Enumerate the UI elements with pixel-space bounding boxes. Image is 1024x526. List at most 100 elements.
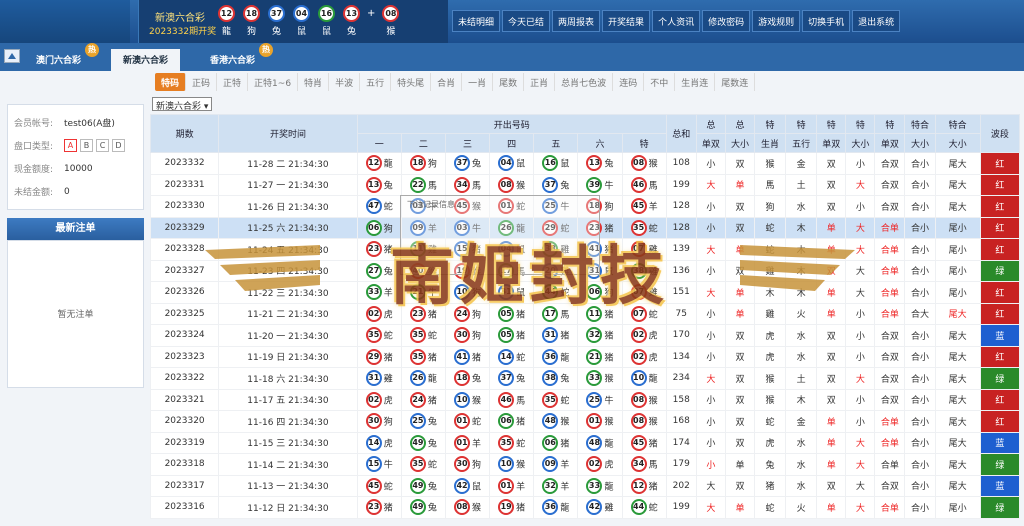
stat-cell: 大: [845, 474, 876, 497]
stat-cell: 双: [816, 474, 847, 497]
bet-type-tab[interactable]: 合肖: [431, 73, 463, 91]
bet-type-tab[interactable]: 正肖: [524, 73, 556, 91]
stat-cell: 合小: [904, 173, 936, 196]
bet-type-tab[interactable]: 正特: [217, 73, 249, 91]
ball-cell: 37 兔: [444, 152, 491, 175]
ball-number: 08: [382, 5, 400, 22]
nav-item[interactable]: 修改密码: [702, 10, 751, 32]
ball-cell: 33 猴: [577, 367, 623, 390]
bet-type-tab[interactable]: 尾数: [493, 73, 525, 91]
ball-zodiac: 狗: [604, 288, 614, 299]
ball-number: 27: [365, 262, 382, 279]
ball-zodiac: 狗: [383, 224, 393, 235]
ball-zodiac: 兔: [604, 159, 614, 170]
draw-ball: 18 狗: [242, 5, 261, 37]
bet-type-tab[interactable]: 特码: [155, 73, 187, 91]
stat-cell: 水: [785, 324, 818, 347]
bet-type-tab[interactable]: 不中: [644, 73, 676, 91]
period-cell: 2023327: [149, 259, 220, 282]
column-header: 总: [724, 114, 756, 134]
ball-zodiac: 蛇: [383, 482, 393, 493]
draw-ball: 12 龍: [217, 5, 236, 37]
game-select[interactable]: 新澳六合彩 ▾: [152, 97, 213, 112]
stat-cell: 单: [724, 453, 756, 476]
stat-cell: 尾大: [934, 453, 981, 476]
table-row: 2023320 11-16 四 21:34:30 30 狗 25 兔 01 蛇 06 猪 48 猴 01…: [149, 410, 1021, 433]
ball-number: 08: [498, 176, 515, 193]
table-row: 2023316 11-12 日 21:34:30 23 猪 49 兔 08 猴 19 猪 36 龍 42…: [149, 496, 1021, 519]
tab-game[interactable]: 新澳六合彩: [111, 49, 181, 71]
wave-badge: 蓝: [979, 474, 1021, 497]
ball-zodiac: 猪: [560, 331, 570, 342]
plate-option[interactable]: C: [96, 139, 109, 152]
ball-number: 18: [243, 5, 260, 22]
stat-cell: 单: [724, 281, 756, 304]
plate-option[interactable]: D: [112, 139, 125, 152]
stat-cell: 蛇: [753, 410, 787, 433]
plus-sign: +: [367, 8, 376, 19]
ball-cell: 47 蛇: [356, 195, 402, 218]
ball-zodiac: 猪: [604, 331, 614, 342]
ball-zodiac: 狗: [472, 331, 482, 342]
ball-zodiac: 猴: [560, 417, 570, 428]
ball-cell: 33 龍: [577, 474, 623, 497]
bet-type-tab[interactable]: 五行: [360, 73, 392, 91]
stat-cell: 蛇: [753, 238, 787, 261]
bet-type-tab[interactable]: 连码: [613, 73, 645, 91]
ball-zodiac: 鼠: [472, 482, 482, 493]
faded-popup: 下注记录信息: [400, 195, 600, 275]
ball-cell: 14 虎: [356, 431, 402, 454]
bet-type-tab[interactable]: 生肖连: [675, 73, 716, 91]
ball-zodiac: 羊: [383, 288, 393, 299]
tab-game[interactable]: 澳门六合彩热: [24, 43, 100, 71]
ball-zodiac: 蛇: [648, 310, 658, 321]
nav-item[interactable]: 游戏规则: [752, 10, 801, 32]
plate-option[interactable]: A: [64, 139, 77, 152]
bet-type-tab[interactable]: 半波: [329, 73, 361, 91]
collapse-toggle[interactable]: [4, 49, 20, 63]
stat-cell: 单: [816, 216, 847, 239]
ball-zodiac: 兔: [427, 417, 437, 428]
ball-zodiac: 蛇: [472, 417, 482, 428]
bet-type-tab[interactable]: 特头尾: [391, 73, 432, 91]
ball-number: 35: [365, 327, 382, 344]
nav-item[interactable]: 两周报表: [552, 10, 601, 32]
nav-item[interactable]: 未结明细: [452, 10, 501, 32]
ball-cell: 02 虎: [621, 324, 667, 347]
ball-zodiac: 狗: [383, 417, 393, 428]
draw-period: 2023332期开奖: [149, 27, 217, 37]
ball-number: 07: [630, 241, 647, 258]
ball-number: 05: [498, 327, 515, 344]
nav-item[interactable]: 切换手机: [802, 10, 851, 32]
nav-item[interactable]: 个人资讯: [652, 10, 701, 32]
column-header: 单双: [874, 133, 906, 153]
ball-number: 16: [318, 5, 335, 22]
draw-time-cell: 11-15 三 21:34:30: [218, 431, 358, 454]
bet-type-tab[interactable]: 总肖七色波: [555, 73, 614, 91]
nav-item[interactable]: 开奖结果: [602, 10, 651, 32]
nav-item[interactable]: 今天已结: [502, 10, 551, 32]
nav-item[interactable]: 退出系统: [852, 10, 901, 32]
bet-type-tab[interactable]: 特肖: [298, 73, 330, 91]
tab-game[interactable]: 香港六合彩热: [198, 43, 274, 71]
stat-cell: 双: [724, 216, 756, 239]
ball-zodiac: 龍: [648, 374, 658, 385]
ball-cell: 06 猪: [489, 410, 535, 433]
ball-number: 02: [630, 327, 647, 344]
column-header: 总: [695, 114, 726, 134]
bet-type-tab[interactable]: 一肖: [462, 73, 494, 91]
bet-type-tab[interactable]: 尾数连: [715, 73, 756, 91]
plate-option[interactable]: B: [80, 139, 93, 152]
ball-cell: 25 牛: [577, 388, 623, 411]
stat-cell: 单: [816, 281, 847, 304]
ball-cell: 37 兔: [489, 367, 535, 390]
ball-zodiac: 龍: [560, 353, 570, 364]
ball-zodiac: 雞: [648, 267, 658, 278]
bet-type-tab[interactable]: 正码: [186, 73, 218, 91]
stat-cell: 火: [785, 302, 818, 325]
bet-type-tab[interactable]: 正特1~6: [248, 73, 299, 91]
column-header: 特: [874, 114, 906, 134]
stat-cell: 合单: [874, 238, 906, 261]
ball-number: 45: [365, 477, 382, 494]
column-header: 特: [816, 114, 847, 134]
